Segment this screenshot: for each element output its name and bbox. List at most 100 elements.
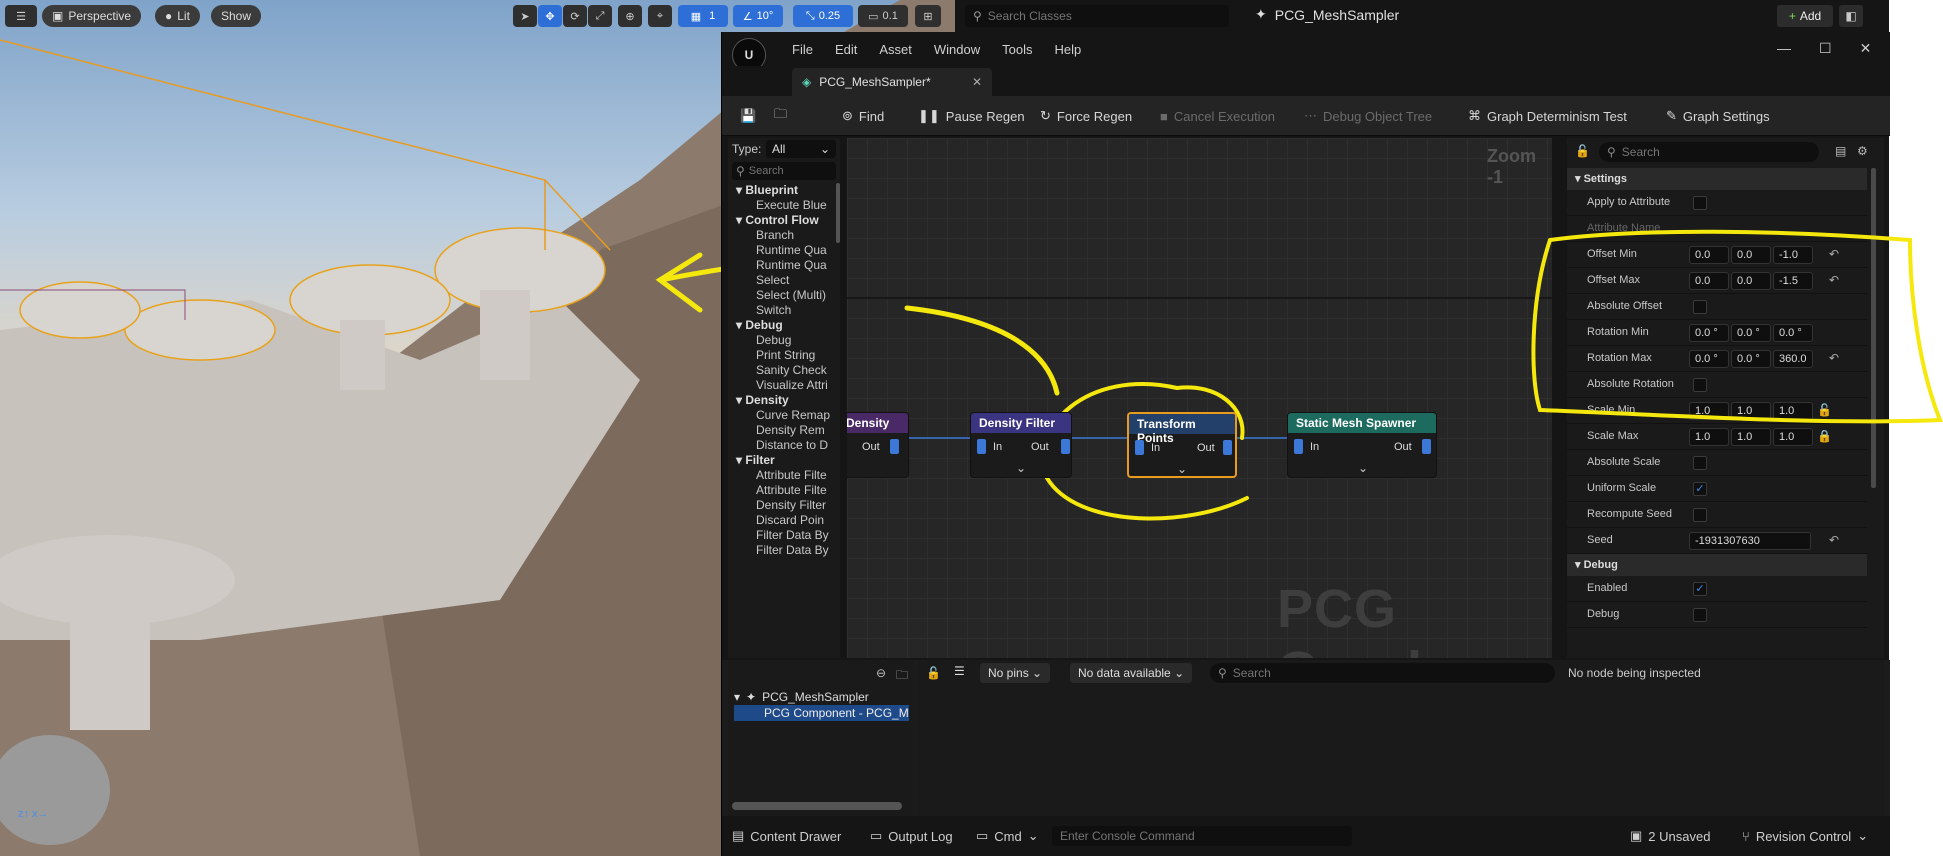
category-blueprint[interactable]: ▾ Blueprint <box>736 183 798 197</box>
palette-item[interactable]: Execute Blue <box>756 198 834 212</box>
palette-item[interactable]: Branch <box>756 228 834 242</box>
save-button[interactable]: 💾 <box>740 96 756 136</box>
palette-item[interactable]: Sanity Check <box>756 363 834 377</box>
type-dropdown[interactable]: All ⌄ <box>766 140 836 158</box>
pin-in-icon[interactable] <box>977 439 986 454</box>
apply-to-attribute-checkbox[interactable] <box>1693 196 1707 210</box>
output-log-button[interactable]: ▭ Output Log <box>870 816 953 856</box>
console-field[interactable] <box>1052 826 1352 846</box>
lit-button[interactable]: ● Lit <box>155 5 200 27</box>
node-density-filter[interactable]: Density Filter In Out ⌄ <box>970 412 1072 478</box>
rotate-mode-button[interactable]: ⟳ <box>563 5 587 27</box>
seed-input[interactable]: -1931307630 <box>1689 532 1811 550</box>
node-transform-points[interactable]: Transform Points In Out ⌄ <box>1127 412 1237 478</box>
palette-item[interactable]: Density Filter <box>756 498 834 512</box>
palette-item[interactable]: Print String <box>756 348 834 362</box>
section-debug[interactable]: ▾ Debug <box>1567 554 1867 576</box>
node-expand-icon[interactable]: ⌄ <box>1177 462 1187 476</box>
enabled-checkbox[interactable]: ✓ <box>1693 582 1707 596</box>
data-dropdown[interactable]: No data available ⌄ <box>1070 663 1193 683</box>
grid-snap-button[interactable]: ▦ 1 <box>678 5 728 27</box>
tree-root-item[interactable]: ▾ ✦ PCG_MeshSampler <box>734 690 869 704</box>
menu-tools[interactable]: Tools <box>1002 42 1032 57</box>
tab-pcg-meshsampler[interactable]: ◈ PCG_MeshSampler* ✕ <box>792 68 992 96</box>
content-drawer-button[interactable]: ▤ Content Drawer <box>732 816 841 856</box>
menu-help[interactable]: Help <box>1054 42 1081 57</box>
absolute-scale-checkbox[interactable] <box>1693 456 1707 470</box>
debug-object-tree-button[interactable]: ⋯ Debug Object Tree <box>1304 96 1432 136</box>
graph-canvas[interactable]: Zoom -1 PCG Graph Density Out Density Fi… <box>847 138 1552 658</box>
category-density[interactable]: ▾ Density <box>736 393 789 407</box>
tab-close-icon[interactable]: ✕ <box>972 75 982 89</box>
palette-item[interactable]: Select <box>756 273 834 287</box>
filter-icon[interactable]: ☰ <box>954 664 965 678</box>
category-debug[interactable]: ▾ Debug <box>736 318 783 332</box>
force-regen-button[interactable]: ↻ Force Regen <box>1040 96 1132 136</box>
panel-layout-button[interactable]: ◧ <box>1839 5 1863 27</box>
palette-item[interactable]: Filter Data By <box>756 528 834 542</box>
node-density[interactable]: Density Out <box>847 412 909 478</box>
details-search-field[interactable]: ⚲ <box>1599 142 1819 162</box>
recompute-seed-checkbox[interactable] <box>1693 508 1707 522</box>
palette-item[interactable]: Attribute Filte <box>756 468 834 482</box>
minimize-icon[interactable]: — <box>1777 40 1791 57</box>
node-static-mesh-spawner[interactable]: Static Mesh Spawner In Out ⌄ <box>1287 412 1437 478</box>
lock-icon[interactable]: 🔒 <box>1817 429 1832 443</box>
pin-in-icon[interactable] <box>1294 439 1303 454</box>
search-classes-field[interactable]: ⚲ <box>965 5 1229 27</box>
node-expand-icon[interactable]: ⌄ <box>1358 461 1368 475</box>
pin-out-icon[interactable] <box>890 439 899 454</box>
palette-item[interactable]: Discard Poin <box>756 513 834 527</box>
viewport-menu-button[interactable]: ☰ <box>5 5 37 27</box>
category-control-flow[interactable]: ▾ Control Flow <box>736 213 819 227</box>
palette-item[interactable]: Visualize Attri <box>756 378 834 392</box>
palette-scrollbar[interactable] <box>836 183 840 243</box>
tree-horizontal-scrollbar[interactable] <box>732 802 902 810</box>
unsaved-button[interactable]: ▣ 2 Unsaved <box>1630 816 1710 856</box>
palette-search-input[interactable] <box>748 165 829 177</box>
graph-settings-button[interactable]: ✎ Graph Settings <box>1666 96 1770 136</box>
scale-max-z[interactable]: 1.0 <box>1773 428 1813 446</box>
translate-mode-button[interactable]: ✥ <box>538 5 562 27</box>
rotation-snap-button[interactable]: ∠ 10° <box>733 5 783 27</box>
add-button[interactable]: + Add <box>1777 5 1833 27</box>
table-view-icon[interactable]: ▤ <box>1835 144 1846 158</box>
camera-speed-button[interactable]: ▭ 0.1 <box>858 5 908 27</box>
scale-max-x[interactable]: 1.0 <box>1689 428 1729 446</box>
world-local-button[interactable]: ⊕ <box>618 5 642 27</box>
debug-checkbox[interactable] <box>1693 608 1707 622</box>
find-button[interactable]: ⊚ Find <box>842 96 884 136</box>
menu-edit[interactable]: Edit <box>835 42 857 57</box>
maximize-icon[interactable]: ☐ <box>1819 40 1832 57</box>
category-filter[interactable]: ▾ Filter <box>736 453 775 467</box>
attribute-search-input[interactable] <box>1232 666 1533 680</box>
surface-snap-button[interactable]: ⌖ <box>648 5 672 27</box>
cmd-dropdown[interactable]: ▭ Cmd ⌄ <box>976 816 1039 856</box>
lock-icon[interactable]: 🔓 <box>926 666 941 680</box>
browse-button[interactable]: 🗀 <box>774 96 787 136</box>
pin-out-icon[interactable] <box>1422 439 1431 454</box>
palette-item[interactable]: Select (Multi) <box>756 288 834 302</box>
close-icon[interactable]: ✕ <box>1860 40 1872 57</box>
browse-icon[interactable]: 🗀 <box>896 666 908 687</box>
show-button[interactable]: Show <box>211 5 262 27</box>
pin-out-icon[interactable] <box>1223 440 1232 455</box>
gear-icon[interactable]: ⚙ <box>1857 144 1868 158</box>
menu-file[interactable]: File <box>792 42 813 57</box>
node-expand-icon[interactable]: ⌄ <box>1016 461 1026 475</box>
reset-icon[interactable]: ↶ <box>1829 533 1839 547</box>
palette-item[interactable]: Distance to D <box>756 438 834 452</box>
lock-icon[interactable]: 🔓 <box>1575 144 1590 158</box>
tree-child-item[interactable]: PCG Component - PCG_MeshS <box>734 705 909 721</box>
graph-determinism-button[interactable]: ⌘ Graph Determinism Test <box>1468 96 1627 136</box>
palette-item[interactable]: Density Rem <box>756 423 834 437</box>
pause-regen-button[interactable]: ❚❚ Pause Regen <box>918 96 1025 136</box>
palette-item[interactable]: Curve Remap <box>756 408 834 422</box>
palette-item[interactable]: Switch <box>756 303 834 317</box>
pin-out-icon[interactable] <box>1061 439 1070 454</box>
console-input[interactable] <box>1060 829 1340 843</box>
select-mode-button[interactable]: ➤ <box>513 5 537 27</box>
nav-back-icon[interactable]: ⊖ <box>876 666 886 680</box>
palette-item[interactable]: Runtime Qua <box>756 243 834 257</box>
uniform-scale-checkbox[interactable]: ✓ <box>1693 482 1707 496</box>
